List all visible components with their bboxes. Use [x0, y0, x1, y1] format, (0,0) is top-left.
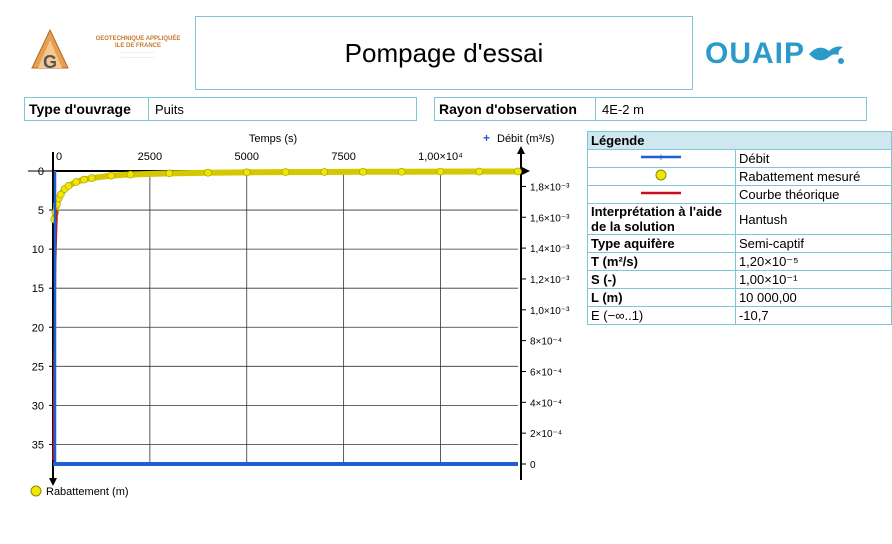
- param-value: Semi-captif: [734, 234, 892, 253]
- rabattement-point: [281, 168, 290, 176]
- rabattement-point: [80, 175, 88, 184]
- rabattement-point: [87, 174, 96, 182]
- debit-line-icon: +: [641, 152, 682, 164]
- param-value: -10,7: [734, 306, 892, 325]
- y2-tick-label: 6×10⁻⁴: [530, 367, 562, 378]
- legend-title: Légende: [587, 131, 892, 150]
- param-value: 1,00×10⁻¹: [734, 270, 892, 289]
- legend-label: Courbe théorique: [734, 185, 892, 204]
- chart-grid: [52, 170, 518, 464]
- y-tick-label: 25: [32, 361, 44, 373]
- chart-ticks: 0 2500 5000 7500 1,00×10⁴ 0 5 10 15 20 25 30 35 0 2×10…: [32, 151, 570, 471]
- param-label: E (−∞..1): [587, 306, 736, 325]
- y-tick-label: 15: [32, 283, 44, 295]
- y2-tick-label: 2×10⁻⁴: [530, 429, 562, 440]
- param-label: L (m): [587, 288, 736, 307]
- y2-tick-label: 1,2×10⁻³: [530, 275, 570, 286]
- rabattement-series-line: [51, 168, 521, 223]
- legend-item-courbe: Courbe théorique: [587, 185, 892, 204]
- x-axis-arrow-icon: [522, 167, 530, 175]
- param-value: Hantush: [734, 203, 892, 235]
- rabattement-dot-icon: [655, 169, 667, 181]
- y2-tick-label: 8×10⁻⁴: [530, 337, 562, 348]
- y2-legend-marker: +: [483, 131, 490, 145]
- rabattement-point: [475, 167, 484, 176]
- y-tick-label: 0: [38, 166, 44, 178]
- rabattement-point: [514, 167, 522, 176]
- legend-label: Débit: [734, 149, 892, 168]
- chart-axes: [28, 146, 530, 486]
- y-tick-label: 35: [32, 439, 44, 451]
- y2-axis-label: Débit (m³/s): [497, 133, 554, 145]
- param-value: 1,20×10⁻⁵: [734, 252, 892, 271]
- rabattement-point: [242, 168, 251, 177]
- x-tick-label: 5000: [235, 151, 259, 163]
- rabattement-point: [397, 167, 406, 176]
- y2-tick-label: 1,8×10⁻³: [530, 182, 570, 193]
- chart-series: [50, 167, 522, 466]
- y2-tick-label: 1,0×10⁻³: [530, 306, 570, 317]
- x-tick-label: 2500: [138, 151, 162, 163]
- legend-item-rabattement: Rabattement mesuré: [587, 167, 892, 186]
- y-legend-marker: [30, 485, 42, 497]
- x-tick-label: 7500: [331, 151, 355, 163]
- x-axis-label: Temps (s): [249, 133, 297, 145]
- rabattement-point: [126, 170, 135, 179]
- rabattement-point: [359, 167, 367, 176]
- rabattement-point: [204, 168, 212, 177]
- param-value: 10 000,00: [734, 288, 892, 307]
- param-label: Interprétation à l'aide de la solution: [587, 203, 736, 235]
- param-row: E (−∞..1) -10,7: [587, 306, 892, 325]
- legend-item-debit: + Débit: [587, 149, 892, 168]
- rabattement-point: [72, 178, 81, 186]
- legend-and-params-table: Légende + Débit Rabattement mesuré Courb…: [587, 131, 892, 325]
- y2-tick-label: 4×10⁻⁴: [530, 398, 562, 409]
- y-tick-label: 30: [32, 400, 44, 412]
- param-row: L (m) 10 000,00: [587, 288, 892, 307]
- param-row: S (-) 1,00×10⁻¹: [587, 270, 892, 289]
- y-axis-label: Rabattement (m): [46, 486, 129, 498]
- param-row: Type aquifère Semi-captif: [587, 234, 892, 253]
- param-row: Interprétation à l'aide de la solution H…: [587, 203, 892, 235]
- svg-text:+: +: [658, 152, 664, 163]
- x-tick-label: 0: [56, 151, 62, 163]
- rabattement-point: [64, 182, 73, 190]
- rabattement-point: [436, 167, 445, 176]
- rabattement-point: [107, 171, 115, 180]
- y-tick-label: 10: [32, 244, 44, 256]
- y-tick-label: 5: [38, 205, 44, 217]
- param-label: T (m²/s): [587, 252, 736, 271]
- y2-tick-label: 1,4×10⁻³: [530, 244, 570, 255]
- param-label: Type aquifère: [587, 234, 736, 253]
- y-axis-arrow-icon: [49, 478, 57, 486]
- param-label: S (-): [587, 270, 736, 289]
- rabattement-point: [165, 169, 174, 178]
- param-row: T (m²/s) 1,20×10⁻⁵: [587, 252, 892, 271]
- y-tick-label: 20: [32, 322, 44, 334]
- rabattement-point: [320, 168, 329, 176]
- y2-tick-label: 0: [530, 460, 536, 471]
- x-tick-label: 1,00×10⁴: [418, 151, 463, 163]
- y2-axis-arrow-icon: [517, 146, 525, 154]
- y2-tick-label: 1,6×10⁻³: [530, 213, 570, 224]
- courbe-line-icon: [641, 191, 682, 195]
- legend-label: Rabattement mesuré: [734, 167, 892, 186]
